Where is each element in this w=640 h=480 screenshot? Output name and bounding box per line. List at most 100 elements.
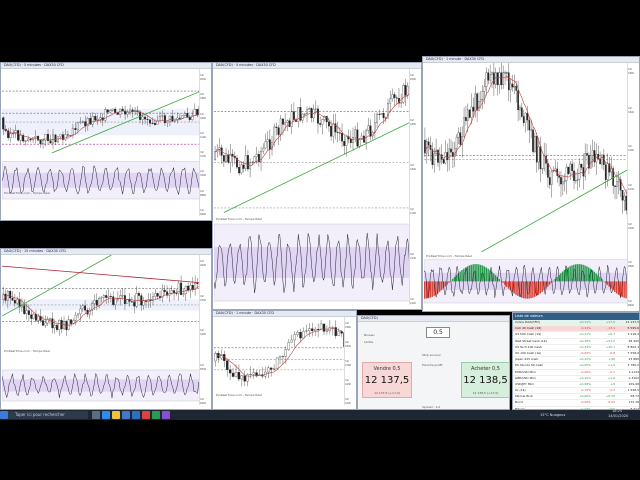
candle-body <box>343 141 346 146</box>
watchlist-pct: -6,8 <box>609 350 615 355</box>
resistance-line <box>2 265 201 284</box>
price-tick: 12 200 <box>410 73 416 81</box>
candle-body <box>328 121 330 127</box>
macd-bar <box>532 281 534 298</box>
macd-bar <box>507 281 510 289</box>
candle-body <box>114 298 117 305</box>
candle-body <box>601 154 603 165</box>
candle-body <box>599 159 601 165</box>
price-chart[interactable] <box>2 69 201 203</box>
taskbar-search-input[interactable]: Taper ici pour rechercher <box>8 411 88 419</box>
macd-bar <box>552 280 555 282</box>
candle-body <box>109 295 112 297</box>
mail-icon[interactable] <box>132 411 140 419</box>
candle-body <box>509 83 512 91</box>
price-chart[interactable] <box>214 317 346 405</box>
moving-average-line <box>424 75 629 195</box>
timeframe-label: 1 minute <box>236 311 252 315</box>
watchlist-name: USD/JPY Mini <box>515 381 534 386</box>
price-chart[interactable] <box>424 63 629 307</box>
price-tick: 12 100 <box>410 297 416 305</box>
watchlist-title: Liste de valeurs <box>513 313 639 320</box>
candle-body <box>214 151 217 160</box>
quantity-input[interactable]: 0.5 <box>426 327 450 338</box>
candle-body <box>252 372 255 375</box>
price-tick: 12 180 <box>410 117 416 126</box>
macd-bar <box>565 268 568 282</box>
candle-body <box>109 110 112 113</box>
app-icon[interactable] <box>162 411 170 419</box>
task-view-icon[interactable] <box>92 411 100 419</box>
candle-body <box>448 148 450 160</box>
candle-body <box>121 295 124 297</box>
watchlist-pct: +17,0 <box>605 320 615 324</box>
candle-body <box>296 332 299 335</box>
candle-body <box>463 117 465 137</box>
watchlist-val: 1 548,5 <box>627 388 639 393</box>
candle-body <box>305 330 308 332</box>
candle-body <box>114 108 117 113</box>
candle-body <box>354 129 357 138</box>
candle-body <box>64 134 67 140</box>
watchlist-val: 12 137,5 <box>625 320 639 324</box>
chart-window-bottom-left[interactable]: DAX(CFD) · 15 minutes · DAX30 CFD 12 200… <box>0 248 212 410</box>
weather-widget[interactable]: 15°C Nuageux <box>540 411 565 419</box>
chart-window-top-left[interactable]: DAX(CFD) · 5 minutes · DAX30 CFD 12 200 1… <box>0 62 212 221</box>
candle-body <box>141 116 144 120</box>
candle-body <box>20 305 23 308</box>
candle-body <box>334 327 337 336</box>
candle-body <box>111 108 114 111</box>
explorer-icon[interactable] <box>112 411 120 419</box>
candle-body <box>282 118 284 125</box>
candle-body <box>466 109 469 121</box>
candle-body <box>468 109 471 118</box>
candle-body <box>474 93 477 112</box>
candle-body <box>591 150 594 156</box>
candle-body <box>144 116 147 120</box>
moving-average-line <box>215 328 345 377</box>
candle-body <box>528 119 531 131</box>
price-chart[interactable] <box>214 69 411 305</box>
candle-body <box>91 116 94 125</box>
chart-watermark: ProRealTime.com - Temps Réel <box>426 254 472 258</box>
price-tick: 12 140 <box>200 130 206 139</box>
prorealtime-icon[interactable] <box>152 411 160 419</box>
watchlist-chg: -0,15% <box>580 388 591 393</box>
candle-body <box>311 328 314 331</box>
candle-body <box>17 130 20 141</box>
candle-body <box>431 149 434 165</box>
watchlist-val: 58,72 <box>630 394 639 399</box>
clock-date[interactable]: 14/01/2020 <box>608 414 628 419</box>
price-tick: 12 060 <box>200 208 206 216</box>
macd-bar <box>522 281 525 299</box>
candle-body <box>42 320 44 326</box>
candle-body <box>575 180 577 182</box>
candle-body <box>163 289 166 292</box>
candle-body <box>249 374 252 375</box>
candle-body <box>184 285 187 294</box>
start-icon[interactable] <box>0 411 8 419</box>
candle-body <box>225 155 227 162</box>
chart-window-bottom-middle[interactable]: DAX(CFD) · 1 minute · DAX30 CFD 12 180 12… <box>212 310 357 410</box>
chart-window-top-right[interactable]: DAX(CFD) · 1 minute · DAX30 CFD 12 180 12… <box>422 56 640 312</box>
candle-body <box>287 342 290 350</box>
buy-button[interactable]: Acheter 0,5 12 138,5 12 138,5 (+17,0) <box>461 362 510 398</box>
price-chart[interactable] <box>2 255 201 405</box>
instrument-label: DAX(CFD) <box>216 63 233 67</box>
candle-body <box>275 126 278 128</box>
store-icon[interactable] <box>122 411 130 419</box>
chart-window-top-middle[interactable]: DAX(CFD) · 5 minutes · DAX30 CFD 12 200 1… <box>212 62 422 310</box>
candle-body <box>66 134 69 136</box>
watchlist-chg: +0,42% <box>578 357 591 362</box>
moving-average-line <box>214 93 411 167</box>
candle-body <box>483 86 486 92</box>
chrome-icon[interactable] <box>142 411 150 419</box>
sell-button[interactable]: Vendre 0,5 12 137,5 12 137,5 (+17,0) <box>362 362 412 398</box>
watchlist-chg: -0,02% <box>580 400 591 405</box>
edge-icon[interactable] <box>102 411 110 419</box>
price-tick: 12 100 <box>200 328 206 336</box>
macd-bar <box>615 281 618 294</box>
watchlist-val: 3 780,2 <box>627 363 639 368</box>
candle-body <box>74 314 77 321</box>
candle-body <box>37 316 40 321</box>
